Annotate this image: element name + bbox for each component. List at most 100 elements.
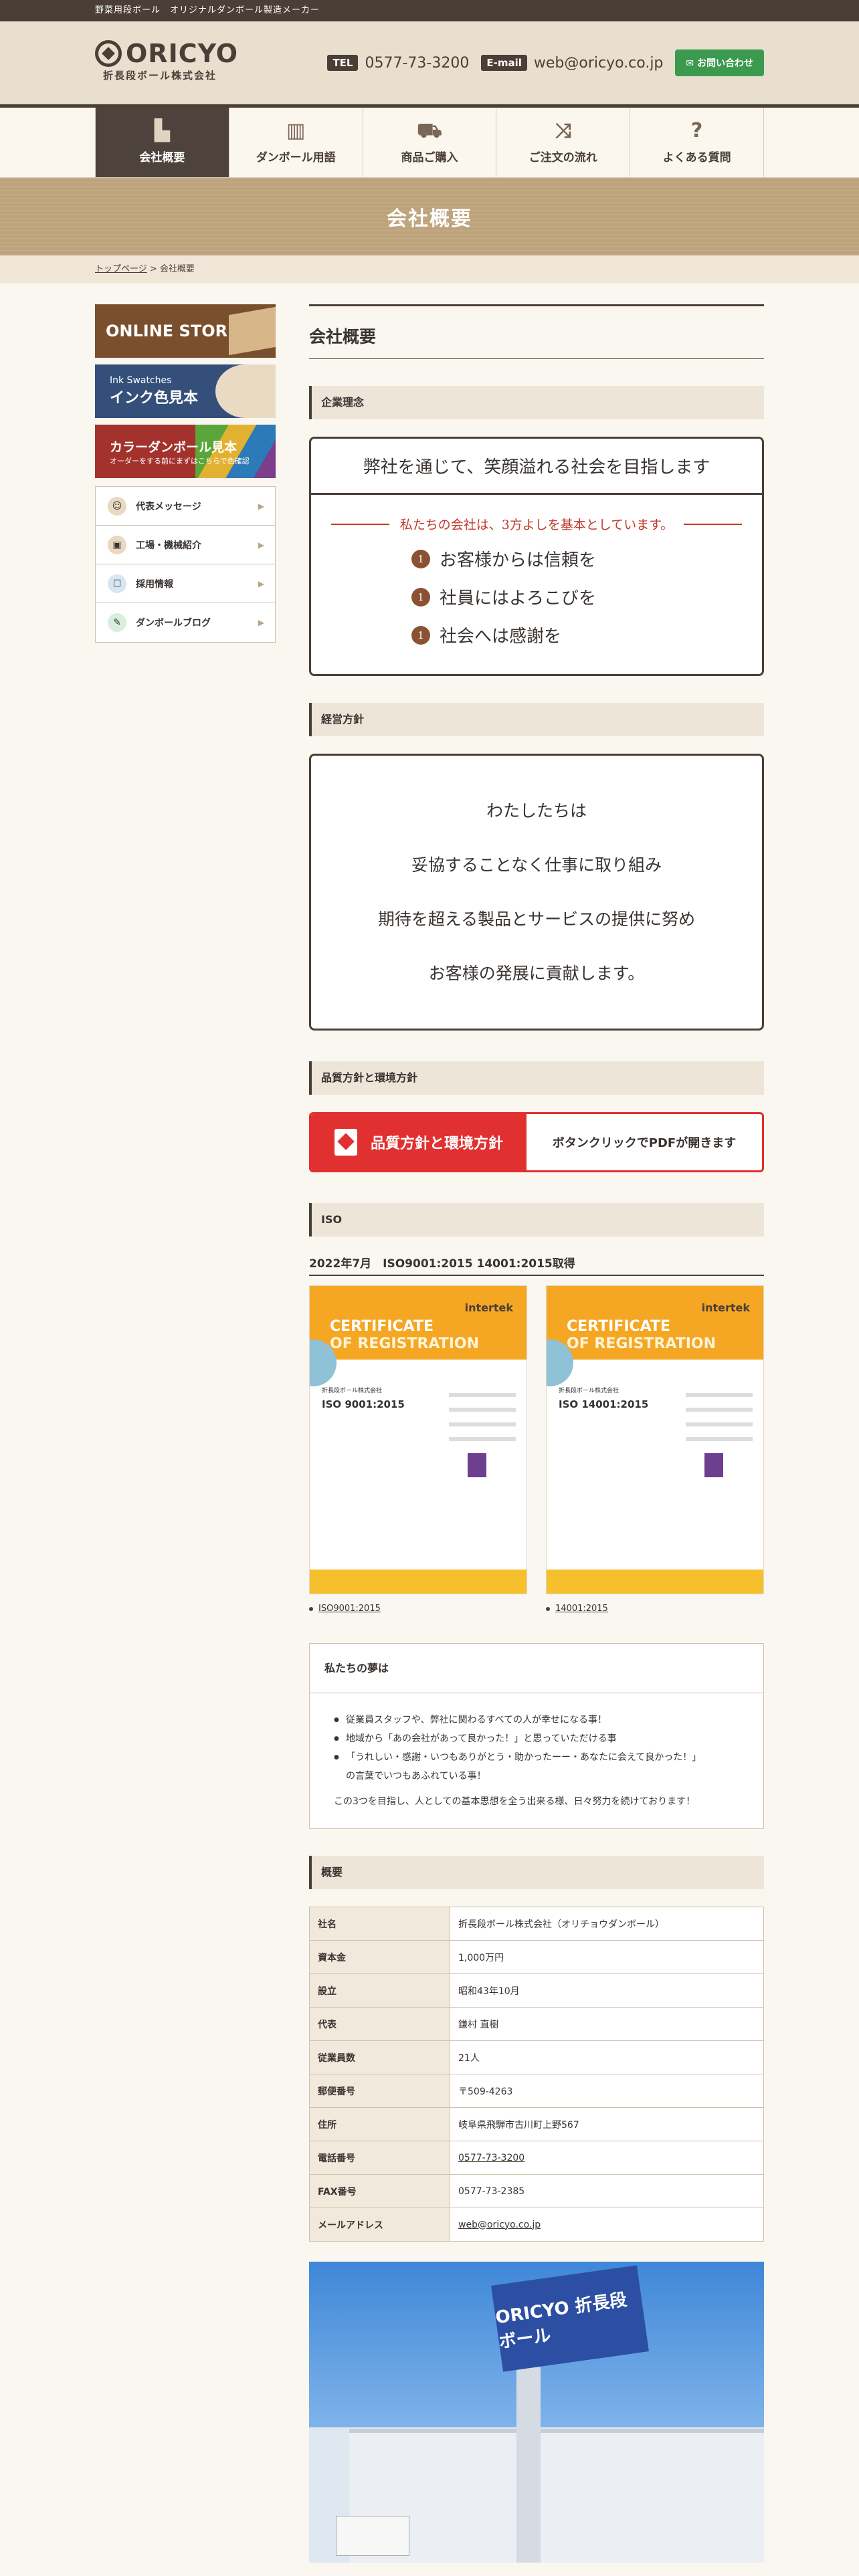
side-item-factory[interactable]: ▣ 工場・機械紹介 ▶ (96, 526, 275, 564)
cert-link-9001[interactable]: ISO9001:2015 (309, 1604, 527, 1614)
cert-title1: CERTIFICATE (330, 1318, 434, 1335)
global-nav: ▙ 会社概要 ▥ ダンボール用語 ⛟ 商品ご購入 ⤨ ご注文の流れ ? よくある… (0, 104, 859, 178)
nav-label: ダンボール用語 (256, 150, 336, 165)
table-row: 設立 昭和43年10月 (309, 1973, 764, 2008)
logo-mark-icon (95, 40, 122, 67)
color-sample-banner[interactable]: カラーダンボール見本 オーダーをする前にまずはこちらで色確認 (95, 425, 276, 478)
table-key: 従業員数 (309, 2040, 450, 2074)
list-item: 従業員スタッフや、弊社に関わるすべての人が幸せになる事！ (334, 1711, 739, 1729)
table-row: 住所 岐阜県飛騨市古川町上野567 (309, 2107, 764, 2141)
dream-closing: この3つを目指し、人としての基本思想を全う出来る様、日々努力を続けております！ (334, 1796, 696, 1807)
list-item: 地域から「あの会社があって良かった！」と思っていただける事 (334, 1729, 739, 1748)
table-key: FAX番号 (309, 2174, 450, 2208)
tel-tag: TEL (327, 55, 359, 71)
question-icon: ? (690, 118, 703, 142)
side-item-blog[interactable]: ✎ ダンボールブログ ▶ (96, 603, 275, 642)
nav-label: ご注文の流れ (529, 150, 597, 165)
mail-address[interactable]: web@oricyo.co.jp (534, 55, 664, 72)
palette-icon (215, 364, 276, 418)
topbar: 野菜用段ボール オリジナルダンボール製造メーカー (0, 0, 859, 21)
list-item: 1 社員にはよろこびを (411, 584, 762, 609)
nav-label: 会社概要 (139, 150, 185, 165)
cert-link-14001[interactable]: 14001:2015 (546, 1604, 764, 1614)
cert-title2: OF REGISTRATION (567, 1335, 717, 1352)
building-sign: ORICYO 折長段ボール (491, 2265, 649, 2372)
online-store-banner[interactable]: ONLINE STORE (95, 304, 276, 358)
sidebar: ONLINE STORE Ink Swatches インク色見本 カラーダンボー… (95, 304, 276, 643)
site-logo[interactable]: ORICYO 折長段ボール株式会社 (95, 39, 238, 82)
cert-item: intertek CERTIFICATE OF REGISTRATION 折長段… (546, 1285, 764, 1614)
page-hero: 会社概要 (0, 178, 859, 255)
table-row: 代表 鎌村 直樹 (309, 2007, 764, 2041)
pdf-document-icon (334, 1129, 357, 1156)
side-item-label: 代表メッセージ (136, 501, 201, 512)
table-key: 設立 (309, 1973, 450, 2008)
list-item-continued: の言葉でいつもあふれている事！ (346, 1771, 486, 1782)
iso-title: 2022年7月 ISO9001:2015 14001:2015取得 (309, 1254, 764, 1276)
number-badge: 1 (411, 549, 430, 568)
dream-box: 私たちの夢は 従業員スタッフや、弊社に関わるすべての人が幸せになる事！ 地域から… (309, 1643, 764, 1829)
breadcrumb-home[interactable]: トップページ (95, 264, 147, 274)
philosophy-top: 弊社を通じて、笑顔溢れる社会を目指します (311, 439, 762, 495)
quality-pdf-button[interactable]: 品質方針と環境方針 ボタンクリックでPDFが開きます (309, 1112, 764, 1172)
mail-link[interactable]: web@oricyo.co.jp (458, 2220, 541, 2230)
table-row: 電話番号 0577-73-3200 (309, 2141, 764, 2175)
policy-line: 妥協することなく仕事に取り組み (411, 855, 662, 875)
tel-number[interactable]: 0577-73-3200 (365, 55, 469, 72)
inquiry-button[interactable]: ✉ お問い合わせ (675, 49, 764, 76)
table-row: 資本金 1,000万円 (309, 1940, 764, 1974)
accreditation-logo-icon (704, 1453, 723, 1477)
table-row: メールアドレス web@oricyo.co.jp (309, 2208, 764, 2242)
ink-swatch-label: インク色見本 (110, 390, 199, 407)
list-item: 「うれしい・感謝・いつもありがとう・助かったーー・あなたに会えて良かった！」 (334, 1748, 739, 1767)
section-heading-philosophy: 企業理念 (309, 386, 764, 419)
cert-title1: CERTIFICATE (567, 1318, 671, 1335)
side-item-label: ダンボールブログ (136, 618, 211, 629)
table-value: 0577-73-2385 (450, 2174, 764, 2208)
cert-footer (310, 1570, 527, 1594)
philosophy-item: お客様からは信頼を (440, 550, 597, 570)
nav-item-order-flow[interactable]: ⤨ ご注文の流れ (496, 108, 630, 177)
table-row: 郵便番号 〒509-4263 (309, 2074, 764, 2108)
truck-image (336, 2516, 409, 2556)
nav-item-company[interactable]: ▙ 会社概要 (95, 108, 229, 177)
hero-title: 会社概要 (387, 207, 472, 231)
intertek-logo: intertek (464, 1301, 513, 1314)
table-key: 電話番号 (309, 2141, 450, 2175)
logo-name: ORICYO (126, 39, 239, 68)
person-icon: ☺ (108, 496, 126, 516)
table-key: 住所 (309, 2107, 450, 2141)
number-badge: 1 (411, 587, 430, 607)
side-item-message[interactable]: ☺ 代表メッセージ ▶ (96, 487, 275, 526)
table-value: 〒509-4263 (450, 2074, 764, 2108)
cert-image-9001[interactable]: intertek CERTIFICATE OF REGISTRATION 折長段… (309, 1285, 527, 1594)
pdf-button-label: 品質方針と環境方針 (370, 1136, 503, 1152)
table-value: 21人 (450, 2040, 764, 2074)
accreditation-logo-icon (468, 1453, 486, 1477)
nav-label: よくある質問 (662, 150, 731, 165)
section-heading-policy: 経営方針 (309, 703, 764, 736)
philosophy-list: 1 お客様からは信頼を 1 社員にはよろこびを 1 社会へは感謝を (311, 546, 762, 674)
nav-item-glossary[interactable]: ▥ ダンボール用語 (228, 108, 363, 177)
breadcrumb-sep: > (147, 264, 160, 274)
online-store-label: ONLINE STORE (106, 322, 239, 340)
table-row: 社名 折長段ボール株式会社（オリチョウダンボール） (309, 1907, 764, 1941)
cert-list: intertek CERTIFICATE OF REGISTRATION 折長段… (309, 1285, 764, 1614)
tel-link[interactable]: 0577-73-3200 (458, 2153, 524, 2163)
side-item-recruit[interactable]: ☐ 採用情報 ▶ (96, 564, 275, 603)
list-item: 1 社会へは感謝を (411, 623, 762, 647)
arrow-right-icon: ▶ (258, 501, 264, 511)
side-menu: ☺ 代表メッセージ ▶ ▣ 工場・機械紹介 ▶ ☐ 採用情報 ▶ ✎ ダンボール… (95, 486, 276, 643)
cert-image-14001[interactable]: intertek CERTIFICATE OF REGISTRATION 折長段… (546, 1285, 764, 1594)
philosophy-item: 社員にはよろこびを (440, 588, 597, 609)
table-key: 代表 (309, 2007, 450, 2041)
philosophy-sub-text: 私たちの会社は、3方よしを基本としています。 (399, 518, 674, 532)
nav-item-purchase[interactable]: ⛟ 商品ご購入 (362, 108, 496, 177)
logo-sub: 折長段ボール株式会社 (103, 70, 217, 82)
nav-item-faq[interactable]: ? よくある質問 (630, 108, 764, 177)
breadcrumb-current: 会社概要 (159, 264, 195, 274)
ink-swatch-banner[interactable]: Ink Swatches インク色見本 (95, 364, 276, 418)
color-sample-label: カラーダンボール見本 (110, 439, 237, 455)
cert-item: intertek CERTIFICATE OF REGISTRATION 折長段… (309, 1285, 527, 1614)
table-key: 資本金 (309, 1940, 450, 1974)
